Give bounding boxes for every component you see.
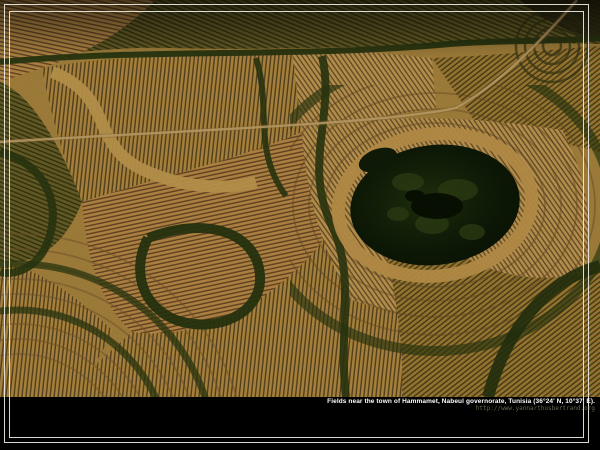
photo-grain [0, 0, 600, 397]
caption-text: Fields near the town of Hammamet, Nabeul… [327, 398, 595, 405]
aerial-photo [0, 0, 600, 397]
photo-caption: Fields near the town of Hammamet, Nabeul… [327, 398, 595, 412]
credit-url: http://www.yannarthusbertrand.org [327, 405, 595, 412]
desktop-wallpaper: Fields near the town of Hammamet, Nabeul… [0, 0, 600, 450]
